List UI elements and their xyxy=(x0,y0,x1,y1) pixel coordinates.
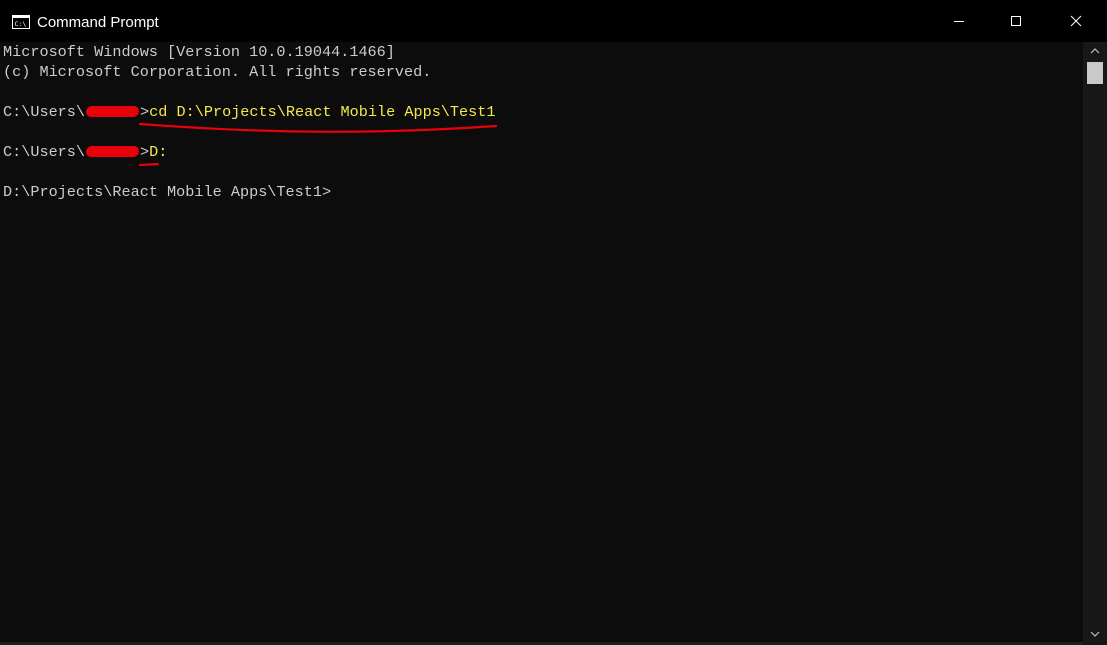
command-text: cd D:\Projects\React Mobile Apps\Test1 xyxy=(149,103,496,121)
console-line-copyright: (c) Microsoft Corporation. All rights re… xyxy=(3,63,432,81)
minimize-button[interactable] xyxy=(930,0,988,42)
console-line-cd-command: C:\Users\ >cd D:\Projects\React Mobile Ap… xyxy=(3,102,496,122)
command-text: D: xyxy=(149,143,168,161)
maximize-button[interactable] xyxy=(987,0,1045,42)
underline-cd-command xyxy=(138,122,498,133)
prompt-prefix: C:\Users\ xyxy=(3,143,86,161)
prompt-suffix: > xyxy=(140,143,150,161)
close-button[interactable] xyxy=(1045,0,1107,42)
scrollbar-thumb[interactable] xyxy=(1087,62,1103,84)
cmd-app-icon: C:\ xyxy=(12,15,30,29)
minimize-icon xyxy=(954,21,964,22)
redacted-username-mark xyxy=(86,146,140,157)
console-line-drive-command: C:\Users\ >D: xyxy=(3,142,167,162)
scroll-down-button[interactable] xyxy=(1083,625,1107,643)
window-title: Command Prompt xyxy=(37,14,159,31)
console-line-version: Microsoft Windows [Version 10.0.19044.14… xyxy=(3,43,395,61)
chevron-down-icon xyxy=(1090,631,1100,637)
command-prompt-window: C:\ Command Prompt Microsoft Windows [Ve… xyxy=(0,0,1107,645)
prompt-suffix: > xyxy=(140,103,150,121)
redacted-username-mark xyxy=(86,106,140,117)
current-prompt-text: D:\Projects\React Mobile Apps\Test1> xyxy=(3,183,332,201)
console-line-current-prompt[interactable]: D:\Projects\React Mobile Apps\Test1> xyxy=(3,182,331,202)
maximize-icon xyxy=(1011,16,1021,26)
chevron-up-icon xyxy=(1090,48,1100,54)
underline-drive-command xyxy=(138,162,160,167)
close-icon xyxy=(1070,15,1082,27)
console-output[interactable]: Microsoft Windows [Version 10.0.19044.14… xyxy=(0,42,1083,642)
scroll-up-button[interactable] xyxy=(1083,42,1107,60)
prompt-prefix: C:\Users\ xyxy=(3,103,86,121)
vertical-scrollbar[interactable] xyxy=(1083,42,1107,645)
svg-text:C:\: C:\ xyxy=(15,20,27,28)
title-bar[interactable]: C:\ Command Prompt xyxy=(0,0,1107,42)
